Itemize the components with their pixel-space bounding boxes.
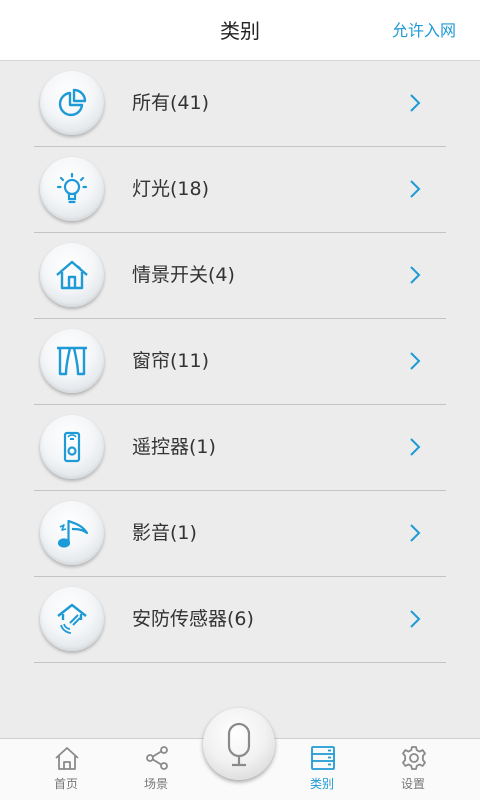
share-icon (146, 746, 168, 770)
chevron-right-icon (410, 352, 421, 370)
home-icon (55, 747, 79, 770)
category-label: 影音(1) (132, 522, 197, 544)
category-item-scene-switch[interactable]: 情景开关(4) (34, 233, 446, 319)
gear-icon (402, 746, 426, 770)
light-bulb-icon (40, 157, 104, 221)
chevron-right-icon (410, 180, 421, 198)
tab-scene[interactable]: 场景 (108, 739, 204, 800)
tab-home[interactable]: 首页 (18, 739, 114, 800)
house-icon (40, 243, 104, 307)
category-item-remote[interactable]: 遥控器(1) (34, 405, 446, 491)
tab-label: 首页 (53, 777, 78, 791)
top-bar: 类别 允许入网 (0, 0, 480, 61)
curtain-icon (40, 329, 104, 393)
category-label: 遥控器(1) (132, 436, 216, 458)
remote-control-icon (40, 415, 104, 479)
category-list: 所有(41) 灯光(18) 情景开关(4) 窗帘(11) 遥控器(1) 影音(1… (0, 61, 480, 663)
category-label: 所有(41) (132, 92, 210, 114)
category-item-curtain[interactable]: 窗帘(11) (34, 319, 446, 405)
chevron-right-icon (410, 610, 421, 628)
tab-label: 设置 (400, 777, 425, 791)
chevron-right-icon (410, 94, 421, 112)
microphone-icon (227, 722, 251, 767)
tab-label: 场景 (143, 777, 168, 791)
category-item-all[interactable]: 所有(41) (34, 61, 446, 147)
voice-button[interactable] (203, 708, 275, 780)
pie-chart-icon (40, 71, 104, 135)
security-sensor-icon (40, 587, 104, 651)
chevron-right-icon (410, 438, 421, 456)
tab-label: 类别 (309, 777, 334, 791)
list-icon (311, 746, 335, 770)
category-label: 安防传感器(6) (132, 608, 254, 630)
category-label: 灯光(18) (132, 178, 210, 200)
tab-category[interactable]: 类别 (274, 739, 370, 800)
chevron-right-icon (410, 524, 421, 542)
category-screen: 类别 允许入网 所有(41) 灯光(18) 情景开关(4) 窗帘(11) 遥控器… (0, 0, 480, 800)
category-item-audio-video[interactable]: 影音(1) (34, 491, 446, 577)
category-item-lights[interactable]: 灯光(18) (34, 147, 446, 233)
tab-settings[interactable]: 设置 (365, 739, 461, 800)
allow-join-network-button[interactable]: 允许入网 (392, 0, 456, 60)
chevron-right-icon (410, 266, 421, 284)
music-note-icon (40, 501, 104, 565)
category-item-security-sensor[interactable]: 安防传感器(6) (34, 577, 446, 663)
category-label: 情景开关(4) (132, 264, 235, 286)
category-label: 窗帘(11) (132, 350, 210, 372)
